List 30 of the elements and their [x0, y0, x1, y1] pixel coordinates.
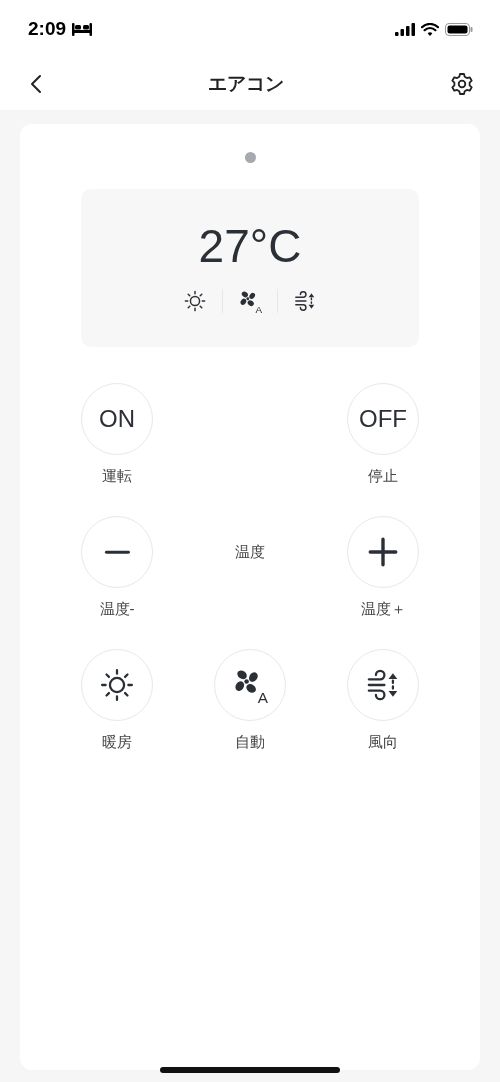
minus-icon — [102, 549, 132, 555]
plus-icon — [366, 535, 400, 569]
wind-swing-icon — [294, 290, 316, 312]
wifi-icon — [421, 22, 439, 36]
button-caption: 停止 — [368, 467, 398, 486]
temperature-reading: 27°C — [198, 223, 302, 269]
status-time: 2:09 — [28, 18, 67, 40]
button-caption: 暖房 — [102, 733, 132, 752]
temperature-label: 温度 — [235, 542, 265, 562]
remote-button[interactable]: A — [214, 649, 286, 721]
auto-letter: A — [255, 305, 262, 315]
remote-button[interactable]: OFF — [347, 383, 419, 455]
wind-swing-icon — [366, 668, 400, 702]
button-caption: 温度- — [99, 600, 135, 619]
button-caption: 運転 — [102, 467, 132, 486]
button-caption: 自動 — [235, 733, 265, 752]
back-icon — [30, 74, 42, 94]
page-dot[interactable] — [244, 152, 256, 163]
settings-icon — [450, 72, 474, 96]
bed-icon — [72, 22, 93, 36]
signal-icon — [395, 22, 415, 36]
remote-button[interactable]: ON — [81, 383, 153, 455]
fan-icon — [239, 290, 257, 308]
sun-icon — [100, 668, 134, 702]
auto-letter: A — [257, 689, 268, 705]
sun-icon — [184, 290, 206, 312]
battery-icon — [445, 22, 473, 36]
page-title: エアコン — [208, 72, 284, 96]
button-caption: 温度＋ — [360, 600, 406, 619]
button-caption: 風向 — [368, 733, 398, 752]
